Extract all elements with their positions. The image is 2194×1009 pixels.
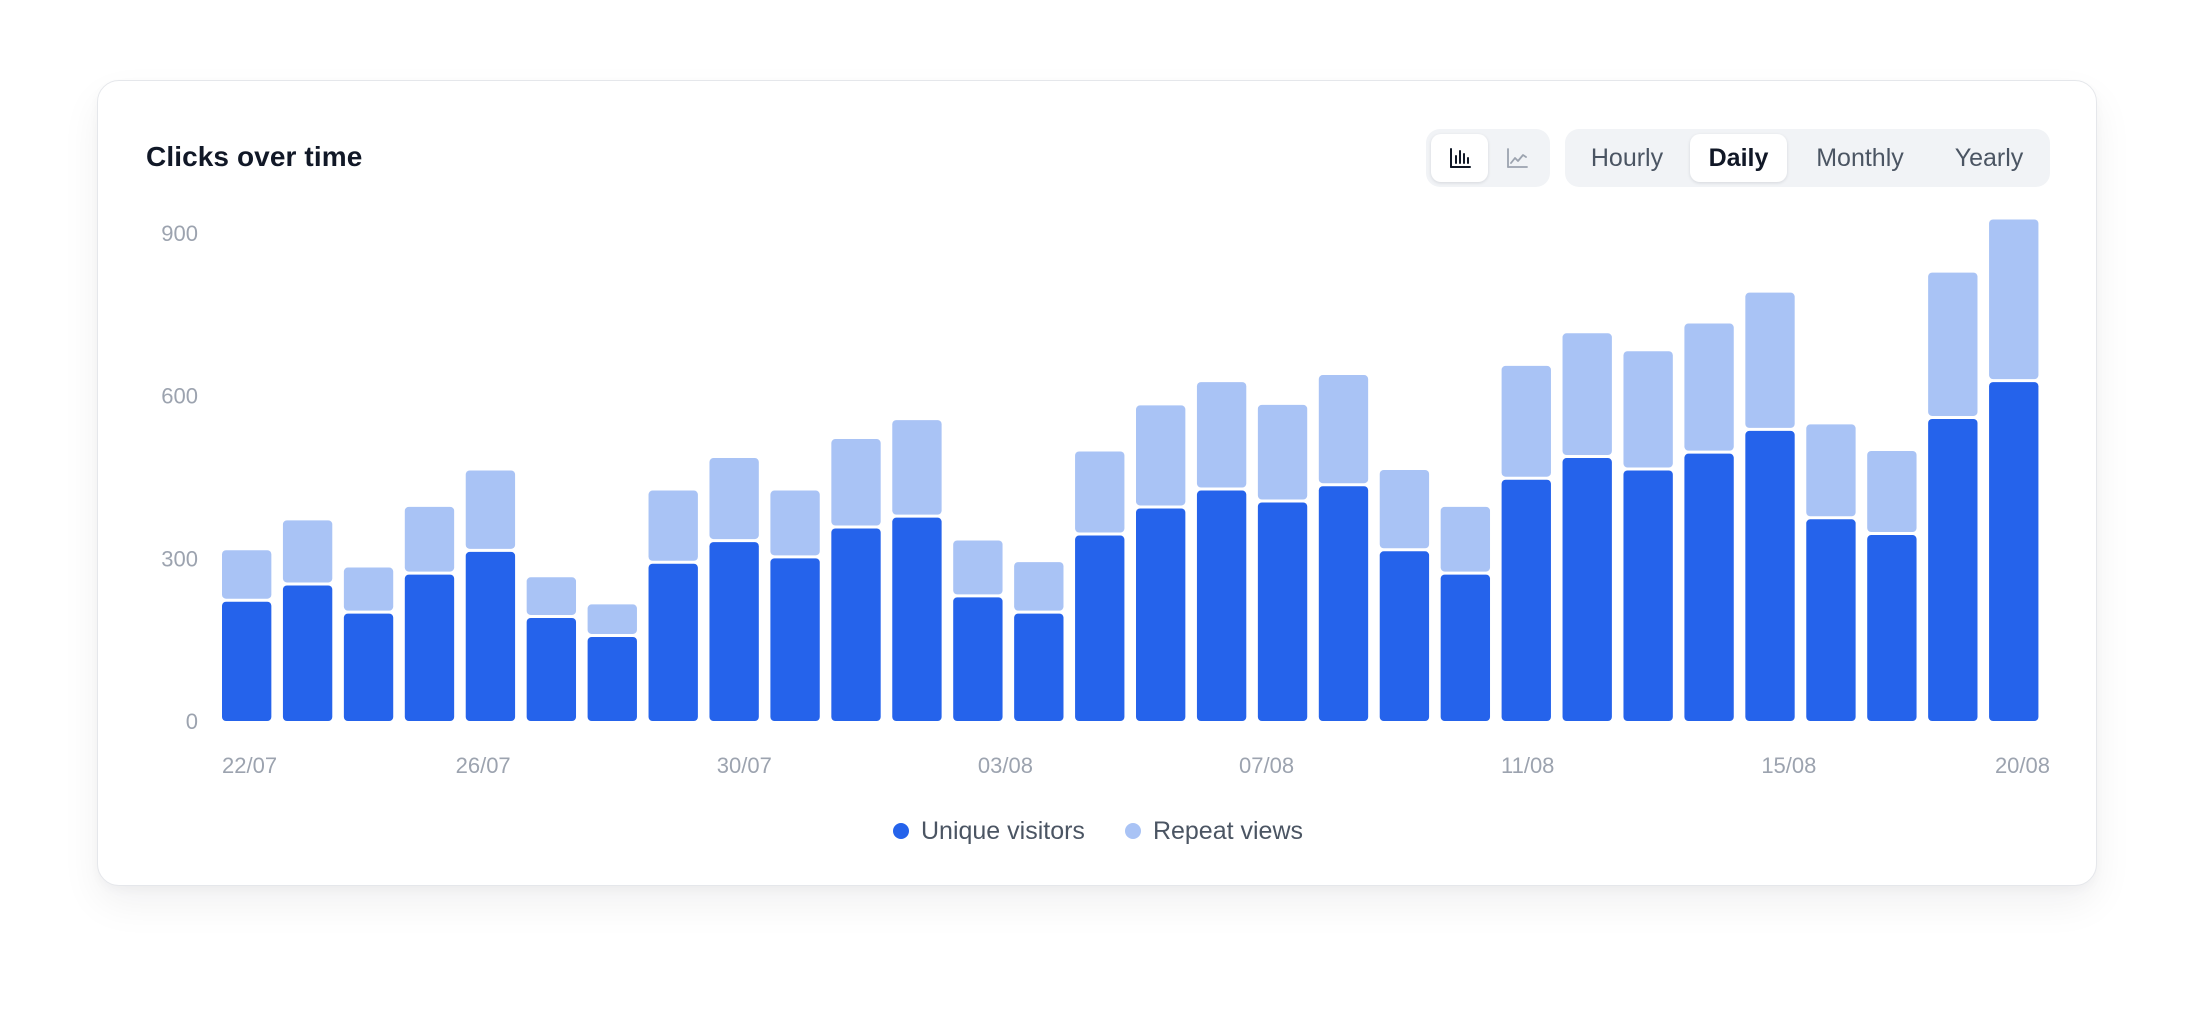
bar-unique-segment: [1501, 479, 1551, 721]
bar-repeat-segment: [770, 490, 820, 556]
bar-repeat-segment: [1196, 382, 1247, 488]
bar-unique-segment: [1379, 551, 1430, 721]
x-tick-label: 15/08: [1761, 753, 1816, 778]
y-tick-label: 600: [161, 384, 198, 409]
x-tick-label: 26/07: [456, 753, 511, 778]
bar-repeat-segment: [831, 439, 881, 526]
bar-repeat-segment: [465, 470, 516, 549]
bar-repeat-segment: [1867, 450, 1917, 533]
legend-item-unique: Unique visitors: [892, 816, 1085, 846]
bar-unique-segment: [1257, 502, 1308, 721]
bar-unique-segment: [1196, 490, 1247, 721]
legend-label-repeat: Repeat views: [1152, 816, 1304, 845]
bar-unique-segment: [770, 558, 820, 721]
bar-unique-segment: [831, 528, 881, 721]
bar-unique-segment: [1014, 613, 1064, 721]
bar-unique-segment: [587, 636, 637, 721]
legend-swatch-unique: [892, 823, 909, 839]
bar-repeat-segment: [1562, 333, 1612, 456]
bar-repeat-segment: [1257, 404, 1308, 500]
bar-unique-segment: [1684, 453, 1734, 721]
bar-repeat-segment: [587, 604, 637, 634]
bar-unique-segment: [526, 617, 577, 721]
bar-repeat-segment: [1014, 562, 1064, 611]
bar-repeat-segment: [1440, 506, 1491, 572]
bar-unique-segment: [404, 574, 455, 721]
bar-unique-segment: [282, 585, 333, 721]
bar-repeat-segment: [404, 506, 455, 572]
bar-unique-segment: [1928, 418, 1978, 721]
stacked-bar-chart: 0 300 600 900 22/07 26/07 30/07 03/08 07/08 11/08…: [161, 219, 2050, 778]
bar-repeat-segment: [1501, 365, 1551, 477]
bar-repeat-segment: [1379, 469, 1430, 549]
bar-repeat-segment: [343, 567, 394, 611]
bar-repeat-segment: [648, 490, 698, 561]
bar-unique-segment: [1562, 458, 1612, 721]
bar-unique-segment: [465, 551, 516, 721]
bar-unique-segment: [892, 517, 942, 721]
bar-unique-segment: [648, 563, 698, 721]
bar-unique-segment: [709, 542, 759, 721]
bar-repeat-segment: [892, 420, 942, 515]
bar-repeat-segment: [282, 520, 333, 583]
legend-label-unique: Unique visitors: [920, 816, 1085, 845]
x-tick-label: 30/07: [717, 753, 772, 778]
bar-unique-segment: [953, 597, 1003, 721]
x-tick-label: 11/08: [1501, 753, 1554, 778]
chart-card: Clicks over time Hourly Daily Monthly Ye…: [97, 80, 2097, 886]
bar-repeat-segment: [222, 550, 272, 599]
bar-repeat-segment: [526, 577, 577, 615]
bar-unique-segment: [1075, 535, 1125, 721]
bar-unique-segment: [1745, 430, 1795, 721]
y-tick-label: 300: [161, 546, 198, 571]
legend-item-repeat: Repeat views: [1124, 816, 1304, 846]
legend-swatch-repeat: [1124, 823, 1141, 839]
bar-unique-segment: [1867, 535, 1917, 721]
bar-repeat-segment: [1075, 451, 1125, 533]
bar-repeat-segment: [1745, 292, 1795, 428]
x-tick-label: 20/08: [1995, 753, 2050, 778]
bar-repeat-segment: [1806, 424, 1856, 517]
y-tick-label: 900: [161, 221, 198, 246]
bar-unique-segment: [1440, 574, 1491, 721]
bar-repeat-segment: [709, 458, 759, 540]
bar-repeat-segment: [1623, 351, 1673, 468]
y-tick-label: 0: [186, 709, 198, 734]
bar-repeat-segment: [1136, 405, 1186, 506]
bar-unique-segment: [1623, 470, 1673, 721]
x-tick-label: 03/08: [978, 753, 1033, 778]
bar-repeat-segment: [1684, 323, 1734, 451]
bar-unique-segment: [1136, 508, 1186, 721]
bar-repeat-segment: [1318, 375, 1369, 484]
bar-unique-segment: [1318, 486, 1369, 721]
x-tick-label: 22/07: [222, 753, 277, 778]
bar-unique-segment: [222, 601, 272, 721]
chart-legend: Unique visitors Repeat views: [98, 811, 2098, 851]
bar-unique-segment: [1806, 519, 1856, 721]
bar-unique-segment: [1989, 382, 2039, 721]
bar-repeat-segment: [1928, 272, 1978, 416]
bar-repeat-segment: [1989, 219, 2039, 380]
x-tick-label: 07/08: [1239, 753, 1294, 778]
bar-repeat-segment: [953, 540, 1003, 595]
bar-unique-segment: [343, 613, 394, 721]
